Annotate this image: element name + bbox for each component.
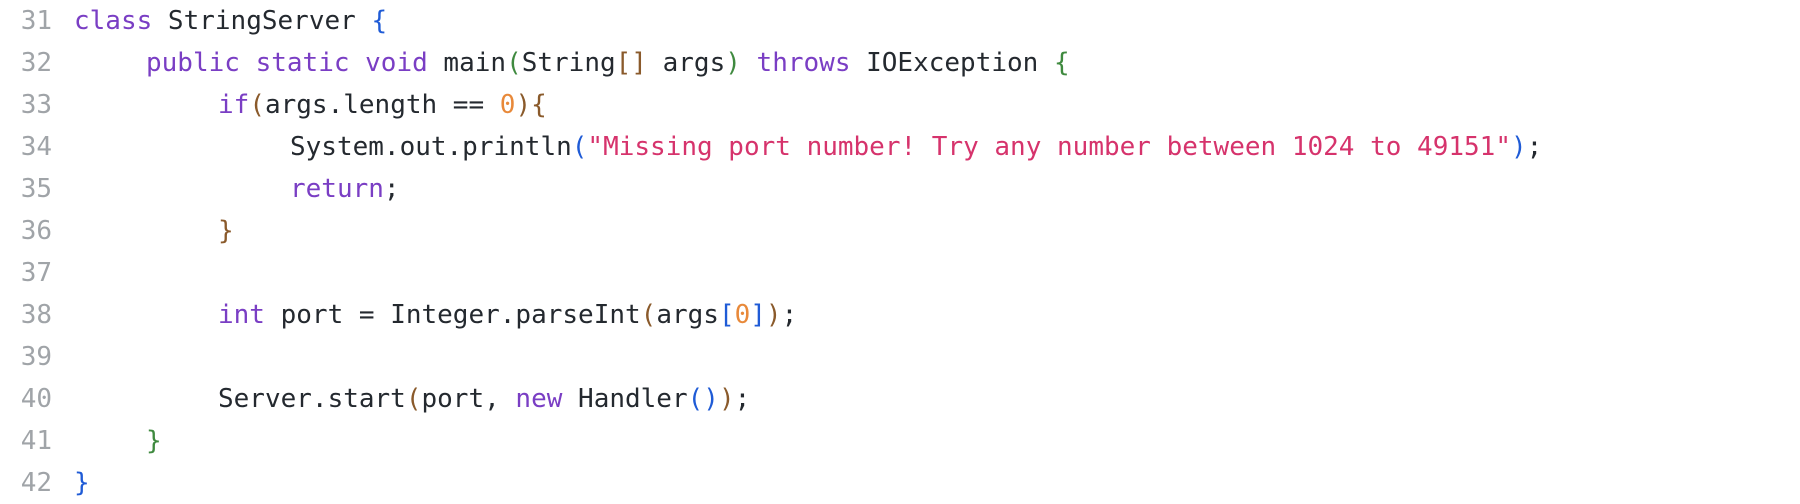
code-editor[interactable]: 31 class StringServer {32 public static vo… <box>0 0 1800 504</box>
code-token: } <box>74 468 90 498</box>
line-number: 34 <box>20 132 52 162</box>
code-token: IOException <box>850 48 1054 78</box>
code-token: ( <box>405 384 422 414</box>
code-token: ( <box>506 48 522 78</box>
line-number: 31 <box>20 6 52 36</box>
line-number: 36 <box>20 216 52 246</box>
code-token: } <box>146 426 162 456</box>
code-token: ) <box>718 384 735 414</box>
code-token: ) <box>725 48 741 78</box>
code-token: [ <box>718 300 735 330</box>
code-line[interactable]: 31 class StringServer { <box>0 0 1800 42</box>
code-token: throws <box>756 48 851 78</box>
line-number: 32 <box>20 48 52 78</box>
line-number: 42 <box>20 468 52 498</box>
code-token: System.out.println <box>290 132 572 162</box>
code-text: System.out.println("Missing port number!… <box>290 126 1542 168</box>
code-token: } <box>218 216 234 246</box>
line-number: 35 <box>20 174 52 204</box>
code-text: } <box>146 420 162 462</box>
code-token: ; <box>1526 132 1543 162</box>
code-token: ){ <box>515 90 547 120</box>
code-token: StringServer <box>152 6 372 36</box>
code-token: ) <box>765 300 782 330</box>
line-number: 41 <box>20 426 52 456</box>
code-line[interactable]: 39 <box>0 336 1800 378</box>
code-token: args <box>646 48 726 78</box>
code-token: args.length == <box>264 90 500 120</box>
code-token: public <box>146 48 240 78</box>
line-number: 40 <box>20 384 52 414</box>
code-token: ; <box>383 174 400 204</box>
code-token: 0 <box>499 90 516 120</box>
code-token: { <box>371 6 388 36</box>
code-token: () <box>687 384 719 414</box>
code-token: [] <box>615 48 647 78</box>
code-line[interactable]: 41} <box>0 420 1800 462</box>
code-token: port, <box>421 384 516 414</box>
line-number: 39 <box>20 342 52 372</box>
code-text: class StringServer { <box>74 0 387 42</box>
code-text: } <box>218 210 234 252</box>
code-line[interactable]: 35 return; <box>0 168 1800 210</box>
code-token: class <box>74 6 153 36</box>
code-text: int port = Integer.parseInt(args[0]); <box>218 294 797 336</box>
code-token: port = Integer.parseInt <box>264 300 641 330</box>
code-token: ( <box>640 300 657 330</box>
code-token: "Missing port number! Try any number bet… <box>587 132 1511 162</box>
code-line[interactable]: 33 if(args.length == 0){ <box>0 84 1800 126</box>
code-text: } <box>74 462 90 504</box>
code-token: 0 <box>734 300 751 330</box>
line-number: 38 <box>20 300 52 330</box>
code-line[interactable]: 32 public static void main(String[] args)… <box>0 42 1800 84</box>
code-token: if <box>218 90 250 120</box>
code-token: { <box>1053 48 1070 78</box>
code-line[interactable]: 40 Server.start(port, new Handler()); <box>0 378 1800 420</box>
code-line[interactable]: 36} <box>0 210 1800 252</box>
code-token: Server.start <box>218 384 406 414</box>
code-token: ( <box>249 90 265 120</box>
line-number: 33 <box>20 90 52 120</box>
code-token: ] <box>750 300 766 330</box>
code-token: Handler <box>562 384 688 414</box>
code-token: ; <box>781 300 798 330</box>
code-line[interactable]: 42} <box>0 462 1800 504</box>
code-token: main <box>427 48 507 78</box>
code-token: new <box>515 384 563 414</box>
code-token: static <box>255 48 350 78</box>
code-text: return; <box>290 168 400 210</box>
code-token: int <box>218 300 265 330</box>
code-token: String <box>521 48 616 78</box>
code-token: args <box>656 300 719 330</box>
line-number: 37 <box>20 258 52 288</box>
code-line[interactable]: 38 int port = Integer.parseInt(args[0]); <box>0 294 1800 336</box>
code-token: ; <box>734 384 751 414</box>
code-token: ) <box>1510 132 1527 162</box>
code-line[interactable]: 37 <box>0 252 1800 294</box>
code-text: Server.start(port, new Handler()); <box>218 378 750 420</box>
code-text: if(args.length == 0){ <box>218 84 547 126</box>
code-line[interactable]: 34 System.out.println("Missing port numbe… <box>0 126 1800 168</box>
code-token: void <box>365 48 428 78</box>
code-token: return <box>290 174 384 204</box>
code-text: public static void main(String[] args) t… <box>146 42 1070 84</box>
code-token: ( <box>571 132 588 162</box>
